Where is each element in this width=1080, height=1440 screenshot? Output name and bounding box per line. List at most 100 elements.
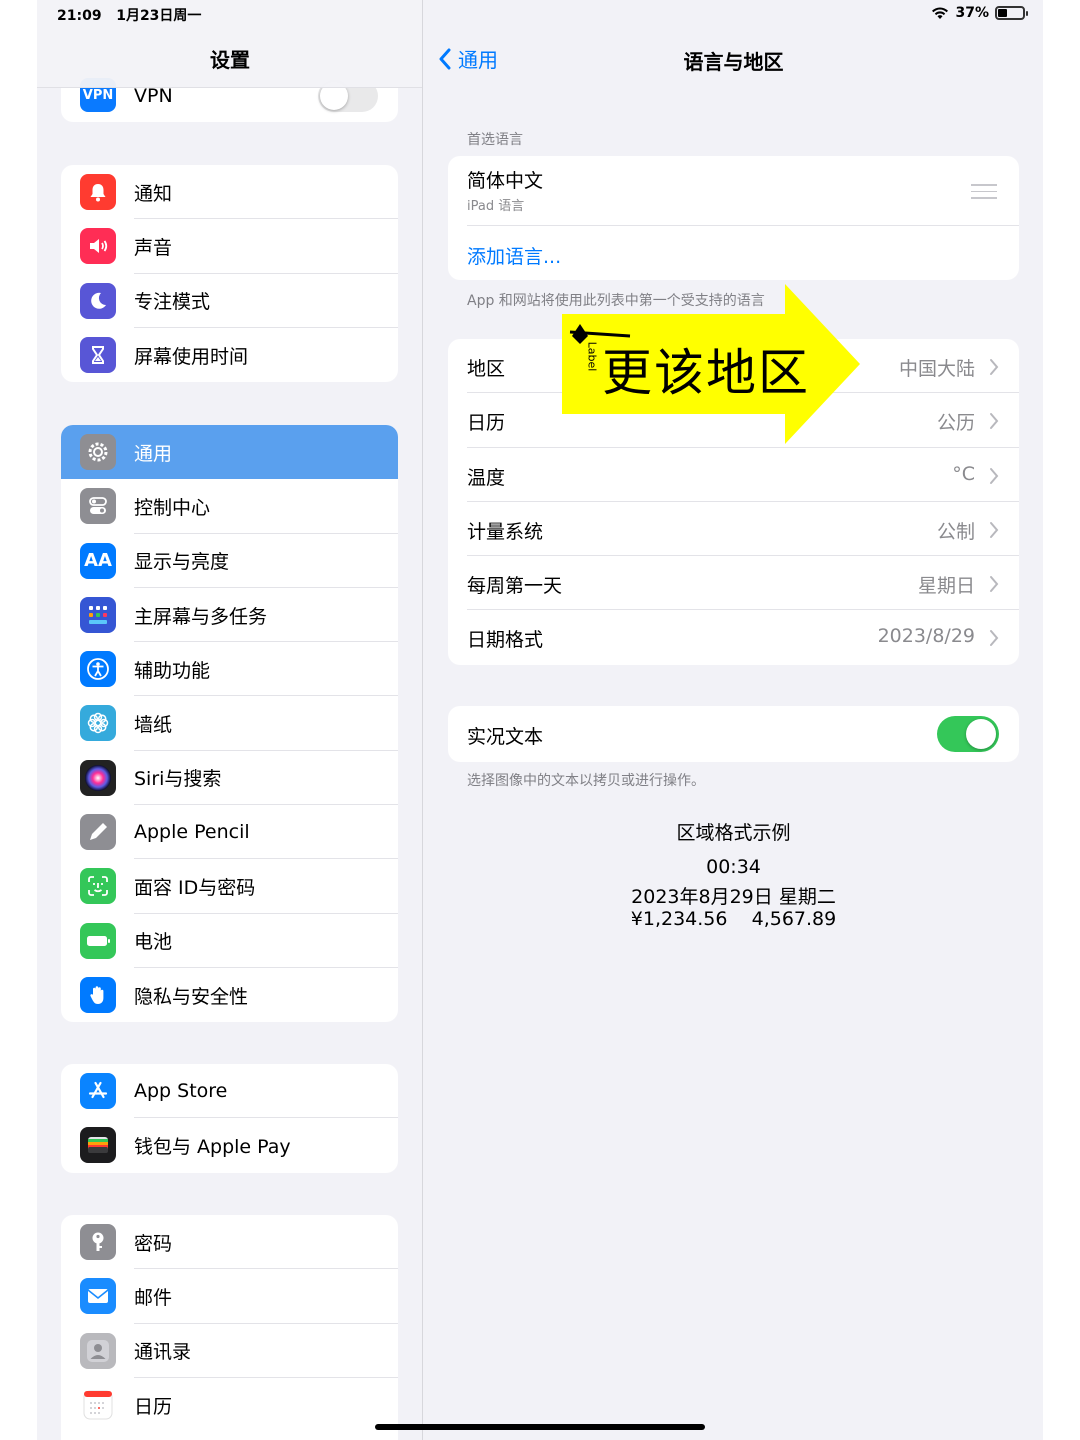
languages-card: 简体中文 iPad 语言 添加语言...	[448, 156, 1019, 280]
add-language-button[interactable]: 添加语言...	[467, 242, 561, 269]
row-label: 日期格式	[467, 629, 544, 652]
sidebar-item[interactable]: 面容 ID与密码	[61, 859, 398, 914]
sidebar-item[interactable]: 密码	[61, 1215, 398, 1270]
switches-icon	[80, 488, 116, 525]
sidebar-item[interactable]: 通讯录	[61, 1324, 398, 1378]
chevron-right-icon	[990, 467, 999, 484]
sidebar-group-notifications: 通知声音专注模式屏幕使用时间	[61, 165, 398, 383]
row-label: 温度	[467, 466, 506, 489]
sidebar-item-label: 通用	[134, 442, 173, 465]
sidebar-item-label: Apple Pencil	[134, 821, 250, 844]
region-row[interactable]: 日期格式 2023/8/29	[448, 610, 1019, 664]
sidebar-item[interactable]: 辅助功能	[61, 642, 398, 697]
hand-icon	[80, 976, 116, 1013]
sidebar-item-label: VPN	[134, 85, 173, 107]
sidebar-item-label: 电池	[134, 931, 173, 954]
example-date: 2023年8月29日 星期二	[631, 886, 836, 908]
ipad-screen: 设置 VPN VPN 通知 声音 专注模式 屏幕使用时间 通用 控制中心 AA 显示与亮度主…	[37, 0, 1043, 1440]
sidebar-item[interactable]: 钱包与 Apple Pay	[61, 1118, 398, 1172]
sidebar-item-label: 控制中心	[134, 496, 211, 519]
sidebar-item-label: 墙纸	[134, 714, 173, 737]
calendar-icon	[80, 1386, 116, 1423]
gear-icon	[80, 434, 116, 470]
chevron-right-icon	[990, 413, 999, 430]
sidebar-item-label: App Store	[134, 1080, 228, 1103]
language-sub: iPad 语言	[467, 199, 525, 214]
hourglass-icon	[80, 336, 116, 373]
sidebar-group-store: App Store 钱包与 Apple Pay	[61, 1064, 398, 1173]
sidebar-item[interactable]: 墙纸	[61, 696, 398, 751]
region-row[interactable]: 每周第一天 星期日	[448, 556, 1019, 611]
row-value: 中国大陆	[898, 358, 975, 380]
moon-icon	[80, 282, 116, 319]
sidebar-group-apps: 密码 邮件 通讯录 日历	[61, 1215, 398, 1440]
sidebar-item-label: 钱包与 Apple Pay	[134, 1135, 291, 1158]
sidebar-item-label: 面容 ID与密码	[134, 877, 256, 900]
faceid-icon	[80, 868, 116, 905]
sidebar-item[interactable]: 通用	[61, 425, 398, 480]
sidebar-item-label: 主屏幕与多任务	[134, 605, 268, 628]
preferred-languages-header: 首选语言	[467, 132, 523, 148]
pencil-icon	[80, 814, 116, 851]
battery-icon	[995, 6, 1028, 20]
live-text-toggle[interactable]	[937, 716, 999, 752]
sidebar-item-label: 通讯录	[134, 1341, 192, 1364]
row-value: 2023/8/29	[877, 625, 975, 648]
detail-pane: 通用 语言与地区 首选语言 简体中文 iPad 语言 添加语言... App 和…	[424, 0, 1043, 1440]
sidebar-item[interactable]: 主屏幕与多任务	[61, 588, 398, 643]
sidebar-item-label: Siri与搜索	[134, 768, 222, 791]
sidebar-item-label: 辅助功能	[134, 659, 211, 682]
contacts-icon	[80, 1332, 116, 1369]
sidebar-item-label: 密码	[134, 1232, 173, 1255]
wifi-icon	[932, 7, 949, 19]
speaker-icon	[80, 228, 116, 265]
sidebar-group-general: 通用控制中心 AA 显示与亮度主屏幕与多任务 辅助功能墙纸 Siri与搜索 Apple P…	[61, 425, 398, 1023]
example-time: 00:34	[706, 856, 761, 878]
sidebar-item[interactable]: 控制中心	[61, 479, 398, 534]
sidebar-item[interactable]: 专注模式	[61, 274, 398, 328]
chevron-right-icon	[990, 630, 999, 647]
sidebar-item-label: 邮件	[134, 1286, 173, 1309]
sidebar-item[interactable]: Siri与搜索	[61, 751, 398, 806]
reorder-handle-icon[interactable]	[971, 184, 997, 199]
appstore-icon	[80, 1073, 116, 1109]
row-label: 日历	[467, 412, 506, 435]
annotation-text: 更该地区	[602, 344, 810, 402]
sidebar-item-label: 屏幕使用时间	[134, 345, 249, 368]
sidebar-item-label: 声音	[134, 236, 173, 259]
flower-icon	[80, 705, 116, 742]
sidebar-item[interactable]: 电池	[61, 914, 398, 968]
settings-sidebar: 设置 VPN VPN 通知 声音 专注模式 屏幕使用时间 通用 控制中心 AA 显示与亮度主…	[37, 0, 423, 1440]
sidebar-item[interactable]: 通知	[61, 165, 398, 220]
example-title: 区域格式示例	[676, 822, 791, 844]
sidebar-title: 设置	[210, 48, 250, 72]
home-indicator[interactable]	[375, 1424, 705, 1430]
sidebar-item[interactable]: AA 显示与亮度	[61, 534, 398, 588]
battery-percent: 37%	[955, 5, 989, 21]
sidebar-item[interactable]: 邮件	[61, 1269, 398, 1324]
region-row[interactable]: 温度 °C	[448, 448, 1019, 502]
row-value: °C	[952, 462, 975, 485]
sidebar-item-label: 日历	[134, 1395, 173, 1418]
sidebar-item[interactable]: 日历	[61, 1378, 398, 1432]
row-value: 星期日	[917, 575, 975, 598]
key-icon	[80, 1224, 116, 1260]
accessibility-icon	[80, 651, 116, 688]
sidebar-item[interactable]: 屏幕使用时间	[61, 328, 398, 382]
sidebar-item[interactable]: 声音	[61, 219, 398, 274]
divider	[467, 225, 1019, 226]
sidebar-item[interactable]: Apple Pencil	[61, 805, 398, 860]
battery-icon	[80, 922, 116, 959]
row-label: 计量系统	[467, 520, 544, 543]
region-row[interactable]: 计量系统 公制	[448, 502, 1019, 557]
live-text-card: 实况文本	[448, 706, 1019, 762]
sidebar-item-label: 通知	[134, 182, 173, 205]
sidebar-item-label: 隐私与安全性	[134, 985, 249, 1008]
live-text-label: 实况文本	[467, 726, 544, 748]
example-numbers: ¥1,234.56 4,567.89	[630, 908, 837, 930]
page-title: 语言与地区	[683, 50, 784, 74]
chevron-right-icon	[990, 521, 999, 538]
sidebar-item[interactable]: App Store	[61, 1064, 398, 1119]
sidebar-item[interactable]: 隐私与安全性	[61, 968, 398, 1022]
mail-icon	[80, 1278, 116, 1315]
